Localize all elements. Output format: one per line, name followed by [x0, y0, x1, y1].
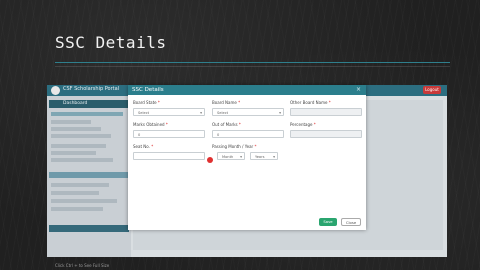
sidebar-item[interactable] — [51, 183, 109, 187]
board-state-label: Board State * — [133, 100, 160, 105]
title-divider — [55, 62, 450, 63]
sidebar-item[interactable] — [51, 191, 99, 195]
passing-month-select[interactable]: Month ▾ — [217, 152, 245, 160]
sidebar-item[interactable] — [51, 207, 103, 211]
mouse-cursor-indicator — [207, 157, 213, 163]
board-name-select[interactable]: Select ▾ — [212, 108, 284, 116]
app-name: CSF Scholarship Portal — [63, 86, 120, 92]
slide-caption: Click Ctrl + to See Full Size — [55, 263, 110, 268]
board-state-select[interactable]: Select ▾ — [133, 108, 205, 116]
sidebar-header-label: Dashboard — [63, 101, 88, 106]
sidebar-item[interactable] — [51, 120, 91, 124]
save-button[interactable]: Save — [319, 218, 337, 226]
modal-header: SSC Details × — [128, 85, 366, 95]
close-button[interactable]: Close — [341, 218, 361, 226]
sidebar-item[interactable] — [51, 158, 113, 162]
ssc-details-modal: SSC Details × Board State * Select ▾ Boa… — [128, 85, 366, 230]
out-of-marks-label: Out of Marks * — [212, 122, 241, 127]
logo-icon — [51, 86, 60, 95]
sidebar: Dashboard — [47, 96, 131, 257]
sidebar-section[interactable] — [49, 225, 129, 232]
marks-obtained-input[interactable]: 0 — [133, 130, 205, 138]
sidebar-item[interactable] — [51, 151, 96, 155]
slide-title: SSC Details — [55, 33, 167, 52]
board-name-label: Board Name * — [212, 100, 241, 105]
sidebar-header[interactable]: Dashboard — [49, 100, 129, 108]
chevron-down-icon: ▾ — [240, 154, 242, 159]
sidebar-item-active[interactable] — [49, 172, 129, 178]
seat-no-input[interactable] — [133, 152, 205, 160]
sidebar-item[interactable] — [51, 144, 106, 148]
sidebar-item[interactable] — [51, 112, 123, 116]
chevron-down-icon: ▾ — [200, 110, 202, 115]
chevron-down-icon: ▾ — [279, 110, 281, 115]
other-board-name-input[interactable] — [290, 108, 362, 116]
seat-no-label: Seat No. * — [133, 144, 154, 149]
sidebar-item[interactable] — [51, 134, 111, 138]
passing-year-select[interactable]: Years ▾ — [250, 152, 278, 160]
percentage-input[interactable] — [290, 130, 362, 138]
logout-button[interactable]: Logout — [423, 86, 441, 94]
sidebar-item[interactable] — [51, 199, 117, 203]
sidebar-item[interactable] — [51, 127, 101, 131]
modal-title: SSC Details — [132, 86, 164, 93]
percentage-label: Percentage * — [290, 122, 316, 127]
passing-month-year-label: Passing Month / Year * — [212, 144, 257, 149]
board-state-value: Select — [138, 110, 150, 115]
board-name-value: Select — [217, 110, 229, 115]
title-divider-shadow — [55, 66, 450, 67]
chevron-down-icon: ▾ — [273, 154, 275, 159]
other-board-name-label: Other Board Name * — [290, 100, 331, 105]
close-icon[interactable]: × — [356, 86, 361, 93]
marks-obtained-label: Marks Obtained * — [133, 122, 168, 127]
out-of-marks-input[interactable]: 0 — [212, 130, 284, 138]
